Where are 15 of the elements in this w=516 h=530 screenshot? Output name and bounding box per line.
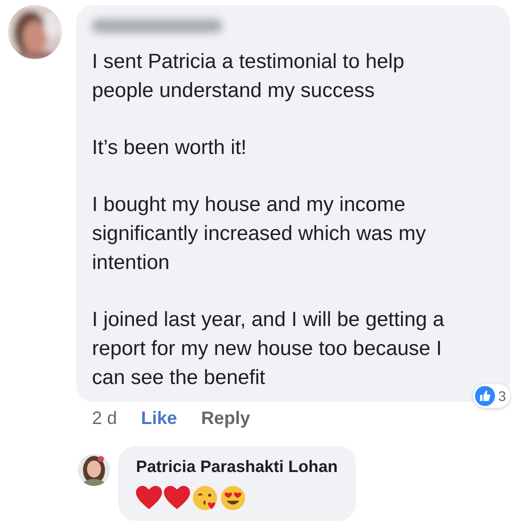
timestamp: 2 d — [92, 408, 118, 428]
thumbs-up-icon — [475, 386, 496, 406]
heart-icon — [136, 485, 162, 511]
kissing-face-icon — [192, 485, 218, 511]
reply-button[interactable]: Reply — [201, 408, 250, 428]
like-button[interactable]: Like — [141, 408, 178, 428]
comment-text: I bought my house and my income significantly increased which was my intention — [92, 192, 427, 276]
comment-text: It’s been worth it! — [92, 135, 248, 161]
heart-eyes-face-icon — [220, 485, 246, 511]
heart-icon — [164, 485, 190, 511]
reaction-count: 3 — [498, 388, 506, 404]
reaction-badge[interactable]: 3 — [473, 384, 510, 408]
comment-text: I joined last year, and I will be getting a report for my new house too because I can see the benefit — [92, 307, 446, 391]
comment-text: I sent Patricia a testimonial to help people understand my success — [92, 49, 406, 104]
author-name[interactable]: Patricia Parashakti Lohan — [136, 458, 338, 477]
